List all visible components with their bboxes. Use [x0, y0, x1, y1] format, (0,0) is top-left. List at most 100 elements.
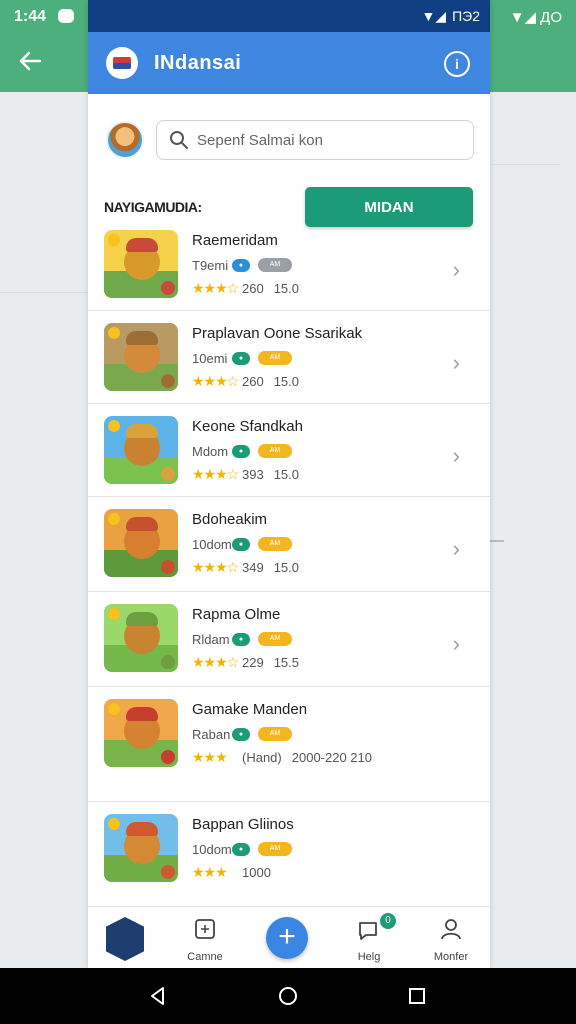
game-stats: ★★★☆ 260 15.0	[192, 279, 309, 297]
coin-icon	[108, 513, 120, 525]
game-subtitle: 10dom	[192, 841, 232, 857]
nav-home[interactable]	[88, 907, 158, 968]
stat-value: 349	[242, 559, 264, 575]
chevron-right-icon: ›	[452, 257, 460, 282]
character-hat	[126, 238, 158, 252]
game-info: Bdoheakim 10dom ● AM ★★★☆ 349 15.0	[192, 497, 309, 591]
chevron-right-icon: ›	[452, 350, 460, 375]
game-list-item[interactable]: Bappan Gliinos 10dom ● AM ★★★ 1000	[88, 802, 490, 907]
search-row: Sepenf Salmai kon	[88, 94, 490, 168]
game-title: Raemeridam	[192, 232, 278, 249]
background-status-icons: ▼◢ ДО	[509, 9, 562, 26]
corner-badge-icon	[161, 374, 175, 388]
game-title: Gamake Manden	[192, 701, 308, 718]
game-list-item[interactable]: Bdoheakim 10dom ● AM ★★★☆ 349 15.0 ›	[88, 497, 490, 592]
game-subtitle: Mdom	[192, 443, 229, 459]
character-hat	[126, 822, 158, 836]
game-list-item[interactable]: Keone Sfandkah Mdom ● AM ★★★☆ 393 15.0 ›	[88, 404, 490, 497]
game-stats: ★★★ (Hand) 2000-220 210	[192, 748, 382, 766]
stat-value: 15.0	[273, 559, 300, 575]
game-meta: 10dom ● AM	[192, 535, 309, 553]
game-info: Praplavan Oone Ssarikak 10emi ● AM ★★★☆ …	[192, 311, 362, 403]
game-thumbnail	[104, 230, 178, 298]
corner-badge-icon	[161, 281, 175, 295]
nav-label: Helg	[357, 951, 381, 963]
page-title: INdansai	[154, 51, 242, 74]
chevron-right-icon: ›	[452, 443, 460, 468]
game-info: Keone Sfandkah Mdom ● AM ★★★☆ 393 15.0	[192, 404, 309, 496]
nav-label: Monfer	[433, 951, 469, 963]
game-icon	[195, 919, 215, 939]
chevron-right-icon: ›	[452, 631, 460, 656]
game-info: Raemeridam T9emi ● AM ★★★☆ 260 15.0	[192, 218, 309, 310]
game-list-item[interactable]: Rapma Olme Rldam ● AM ★★★☆ 229 15.5 ›	[88, 592, 490, 687]
rating-stars: ★★★☆	[192, 653, 239, 670]
game-title: Praplavan Oone Ssarikak	[192, 325, 363, 342]
game-stats: ★★★ 1000	[192, 863, 298, 881]
status-dot: ●	[232, 444, 250, 458]
corner-badge-icon	[161, 467, 175, 481]
game-list-panel: ▼◢ ПЭ2 INdansai i Sepenf Salmai kon NAYI…	[88, 0, 490, 968]
stat-value: 393	[242, 466, 264, 482]
search-icon	[170, 131, 188, 149]
game-list-item[interactable]: Gamake Manden Raban ● AM ★★★ (Hand) 2000…	[88, 687, 490, 802]
game-thumbnail	[104, 699, 178, 767]
stat-value: 15.0	[273, 466, 300, 482]
add-button[interactable]: +	[266, 917, 308, 959]
flag-icon	[113, 57, 131, 69]
info-icon[interactable]: i	[444, 51, 470, 77]
game-stats: ★★★☆ 229 15.5	[192, 653, 309, 671]
game-meta: T9emi ● AM	[192, 256, 309, 274]
stat-value: 2000-220 210	[291, 749, 372, 765]
game-subtitle: T9emi	[192, 257, 229, 273]
rating-stars: ★★★	[192, 863, 228, 880]
game-subtitle: 10dom	[192, 536, 232, 552]
game-title: Bdoheakim	[192, 511, 268, 528]
rating-stars: ★★★☆	[192, 372, 239, 389]
system-recents-icon[interactable]	[408, 987, 426, 1005]
status-dot: ●	[232, 258, 250, 272]
nav-games[interactable]: Camne	[170, 907, 240, 968]
rating-stars: ★★★	[192, 748, 228, 765]
system-back-icon[interactable]	[148, 986, 168, 1006]
signal-icon: ▼◢	[421, 7, 447, 24]
game-thumbnail	[104, 323, 178, 391]
game-list-item[interactable]: Praplavan Oone Ssarikak 10emi ● AM ★★★☆ …	[88, 311, 490, 404]
corner-badge-icon	[161, 560, 175, 574]
rating-stars: ★★★☆	[192, 558, 239, 575]
game-list: Raemeridam T9emi ● AM ★★★☆ 260 15.0 › Pr…	[88, 218, 490, 907]
chat-icon	[359, 922, 377, 940]
stat-value: (Hand)	[242, 749, 282, 765]
search-placeholder: Sepenf Salmai kon	[197, 131, 323, 149]
game-list-item[interactable]: Raemeridam T9emi ● AM ★★★☆ 260 15.0 ›	[88, 218, 490, 311]
coin-icon	[108, 608, 120, 620]
status-badge: AM	[258, 727, 292, 741]
status-dot: ●	[232, 351, 250, 365]
nav-help[interactable]: 0 Helg	[334, 907, 404, 968]
user-icon	[441, 919, 461, 940]
game-meta: 10emi ● AM	[192, 349, 362, 367]
game-stats: ★★★☆ 260 15.0	[192, 372, 362, 390]
system-navigation-bar	[0, 968, 576, 1024]
game-subtitle: 10emi	[192, 350, 228, 366]
game-subtitle: Rldam	[192, 631, 230, 647]
stat-value: 260	[242, 373, 264, 389]
system-home-icon[interactable]	[278, 986, 298, 1006]
bottom-navigation: Camne + 0 Helg Monfer	[88, 906, 490, 968]
status-badge: AM	[258, 258, 292, 272]
section-label: NAYIGAMUDIA:	[104, 199, 202, 215]
status-badge: AM	[258, 444, 292, 458]
game-meta: 10dom ● AM	[192, 840, 298, 858]
notification-icon	[58, 9, 74, 23]
rating-stars: ★★★☆	[192, 279, 239, 296]
nav-label: Camne	[187, 951, 223, 963]
nav-profile[interactable]: Monfer	[416, 907, 486, 968]
character-hat	[126, 424, 158, 438]
search-input[interactable]: Sepenf Salmai kon	[156, 120, 474, 160]
back-arrow-icon[interactable]	[14, 44, 48, 78]
stat-value: 1000	[242, 864, 271, 880]
game-info: Rapma Olme Rldam ● AM ★★★☆ 229 15.5	[192, 592, 309, 686]
game-thumbnail	[104, 416, 178, 484]
status-bar: ▼◢ ПЭ2	[88, 0, 490, 32]
avatar[interactable]	[106, 121, 144, 159]
